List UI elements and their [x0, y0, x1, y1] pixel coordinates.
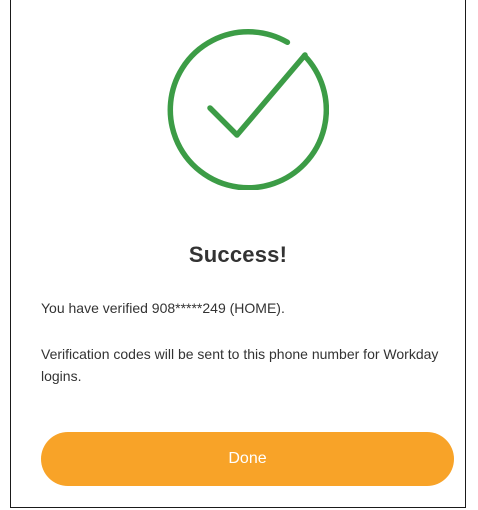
- done-button[interactable]: Done: [41, 432, 454, 486]
- success-title: Success!: [188, 242, 288, 267]
- verification-info-message: Verification codes will be sent to this …: [41, 346, 439, 384]
- success-checkmark-icon: [165, 26, 329, 190]
- verification-success-dialog: Success! You have verified 908*****249 (…: [10, 0, 466, 508]
- verified-message: You have verified 908*****249 (HOME).: [41, 300, 285, 316]
